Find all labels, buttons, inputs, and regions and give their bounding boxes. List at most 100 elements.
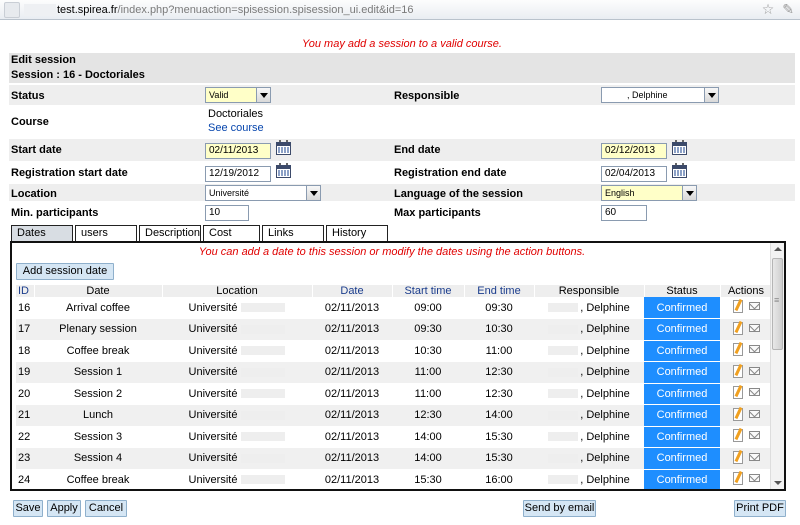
- col-start-time[interactable]: Start time: [392, 285, 465, 297]
- redacted-block: [241, 303, 286, 313]
- cell-location-text: Université: [188, 344, 238, 357]
- tools-icon[interactable]: ✎: [782, 1, 794, 18]
- edit-icon[interactable]: [732, 472, 743, 486]
- cell-name: Plenary session: [34, 318, 162, 340]
- table-row[interactable]: 21 Lunch Université 02/11/2013 12:30 14:00 , D…: [16, 404, 772, 427]
- col-name[interactable]: Date: [34, 285, 163, 297]
- email-icon[interactable]: [748, 409, 760, 418]
- redacted-block: [241, 346, 286, 356]
- col-id[interactable]: ID: [16, 285, 35, 297]
- responsible-select[interactable]: , Delphine: [601, 87, 719, 103]
- cell-date: 02/11/2013: [312, 318, 392, 340]
- cell-actions: [720, 426, 772, 448]
- cancel-button[interactable]: Cancel: [85, 500, 127, 517]
- table-row[interactable]: 17 Plenary session Université 02/11/2013 09:…: [16, 318, 772, 341]
- send-by-email-button[interactable]: Send by email: [523, 500, 596, 517]
- cell-id: 21: [16, 404, 34, 426]
- edit-icon[interactable]: [732, 429, 743, 443]
- redacted-block: [241, 410, 286, 420]
- bookmark-star-icon[interactable]: ☆: [762, 1, 775, 18]
- table-row[interactable]: 20 Session 2 Université 02/11/2013 11:00 12:3…: [16, 383, 772, 405]
- edit-icon[interactable]: [732, 343, 743, 357]
- cell-date: 02/11/2013: [312, 447, 392, 469]
- redacted-block: [548, 346, 579, 356]
- edit-icon[interactable]: [732, 450, 743, 464]
- cell-location-text: Université: [188, 452, 238, 465]
- calendar-icon[interactable]: [276, 140, 291, 155]
- scroll-down-icon[interactable]: [771, 476, 784, 489]
- dates-panel-message: You can add a date to this session or mo…: [198, 246, 586, 258]
- responsible-label: Responsible: [394, 90, 460, 102]
- redacted-block: [548, 324, 579, 334]
- col-status[interactable]: Status: [644, 285, 721, 297]
- calendar-icon[interactable]: [672, 163, 687, 178]
- cell-responsible-text: , Delphine: [580, 473, 630, 486]
- registration-end-input[interactable]: 02/04/2013: [601, 166, 667, 182]
- add-session-date-button[interactable]: Add session date: [16, 263, 114, 280]
- tab-bar: Dates users Description Cost Links Histo…: [11, 225, 390, 241]
- tab-links[interactable]: Links: [262, 225, 324, 241]
- save-button[interactable]: Save: [13, 500, 43, 517]
- tab-cost[interactable]: Cost: [203, 225, 260, 241]
- language-label: Language of the session: [394, 188, 523, 200]
- print-pdf-button[interactable]: Print PDF: [734, 500, 786, 517]
- cell-id: 24: [18, 473, 31, 486]
- email-icon[interactable]: [748, 302, 760, 311]
- registration-start-input[interactable]: 12/19/2012: [205, 166, 271, 182]
- tab-users[interactable]: users: [75, 225, 137, 241]
- email-icon[interactable]: [748, 431, 760, 440]
- session-dates-table: ID Date Location Date Start time End tim…: [16, 285, 773, 489]
- cell-end-time: 10:30: [464, 318, 534, 340]
- registration-start-label: Registration start date: [11, 167, 128, 179]
- edit-icon[interactable]: [732, 386, 743, 400]
- vertical-scrollbar[interactable]: [770, 243, 784, 489]
- end-date-input[interactable]: 02/12/2013: [601, 143, 667, 159]
- edit-icon[interactable]: [732, 300, 743, 314]
- email-icon[interactable]: [748, 366, 760, 375]
- edit-icon[interactable]: [732, 321, 743, 335]
- status-select[interactable]: Valid: [205, 87, 271, 103]
- location-select[interactable]: Université: [205, 185, 321, 201]
- scroll-up-icon[interactable]: [771, 243, 784, 256]
- calendar-icon[interactable]: [276, 163, 291, 178]
- col-location[interactable]: Location: [162, 285, 313, 297]
- cell-name: Session 1: [34, 361, 162, 383]
- calendar-icon[interactable]: [672, 140, 687, 155]
- table-row[interactable]: 18 Coffee break Université 02/11/2013 10:30 1…: [16, 340, 772, 362]
- cell-location: Université: [162, 447, 312, 469]
- tab-history[interactable]: History: [326, 225, 388, 241]
- col-actions: Actions: [720, 285, 773, 297]
- email-icon[interactable]: [748, 474, 760, 483]
- tab-description[interactable]: Description: [139, 225, 201, 241]
- cell-location: Université: [162, 318, 312, 340]
- table-row[interactable]: 22 Session 3 Université 02/11/2013 14:00 15:3…: [16, 426, 772, 448]
- apply-button[interactable]: Apply: [47, 500, 81, 517]
- edit-icon[interactable]: [732, 364, 743, 378]
- email-icon[interactable]: [748, 452, 760, 461]
- col-date[interactable]: Date: [312, 285, 393, 297]
- status-badge: Confirmed: [644, 383, 720, 405]
- cell-start-time: 12:30: [392, 404, 464, 426]
- max-participants-input[interactable]: 60: [601, 205, 647, 221]
- tab-dates[interactable]: Dates: [11, 225, 73, 241]
- col-responsible[interactable]: Responsible: [534, 285, 645, 297]
- email-icon[interactable]: [748, 345, 760, 354]
- table-row[interactable]: 24 Coffee break Université 02/11/2013 15:30 1…: [16, 469, 772, 489]
- cell-actions: [720, 361, 772, 383]
- cell-end-time: 16:00: [485, 473, 513, 486]
- email-icon[interactable]: [748, 323, 760, 332]
- min-participants-input[interactable]: 10: [205, 205, 249, 221]
- start-date-input[interactable]: 02/11/2013: [205, 143, 271, 159]
- table-row[interactable]: 23 Session 4 Université 02/11/2013 14:00 15:3…: [16, 447, 772, 470]
- language-select[interactable]: English: [601, 185, 697, 201]
- email-icon[interactable]: [748, 388, 760, 397]
- url-text[interactable]: test.spirea.fr/index.php?menuaction=spis…: [57, 4, 414, 16]
- scroll-thumb[interactable]: [772, 258, 783, 350]
- see-course-link[interactable]: See course: [208, 122, 264, 134]
- edit-icon[interactable]: [732, 407, 743, 421]
- table-row[interactable]: 19 Session 1 Université 02/11/2013 11:00 12:3…: [16, 361, 772, 384]
- address-bar[interactable]: test.spirea.fr/index.php?menuaction=spis…: [0, 0, 800, 20]
- col-end-time[interactable]: End time: [464, 285, 535, 297]
- table-row[interactable]: 16 Arrival coffee Université 02/11/2013 09:0…: [16, 297, 772, 319]
- redacted-block: [241, 432, 286, 442]
